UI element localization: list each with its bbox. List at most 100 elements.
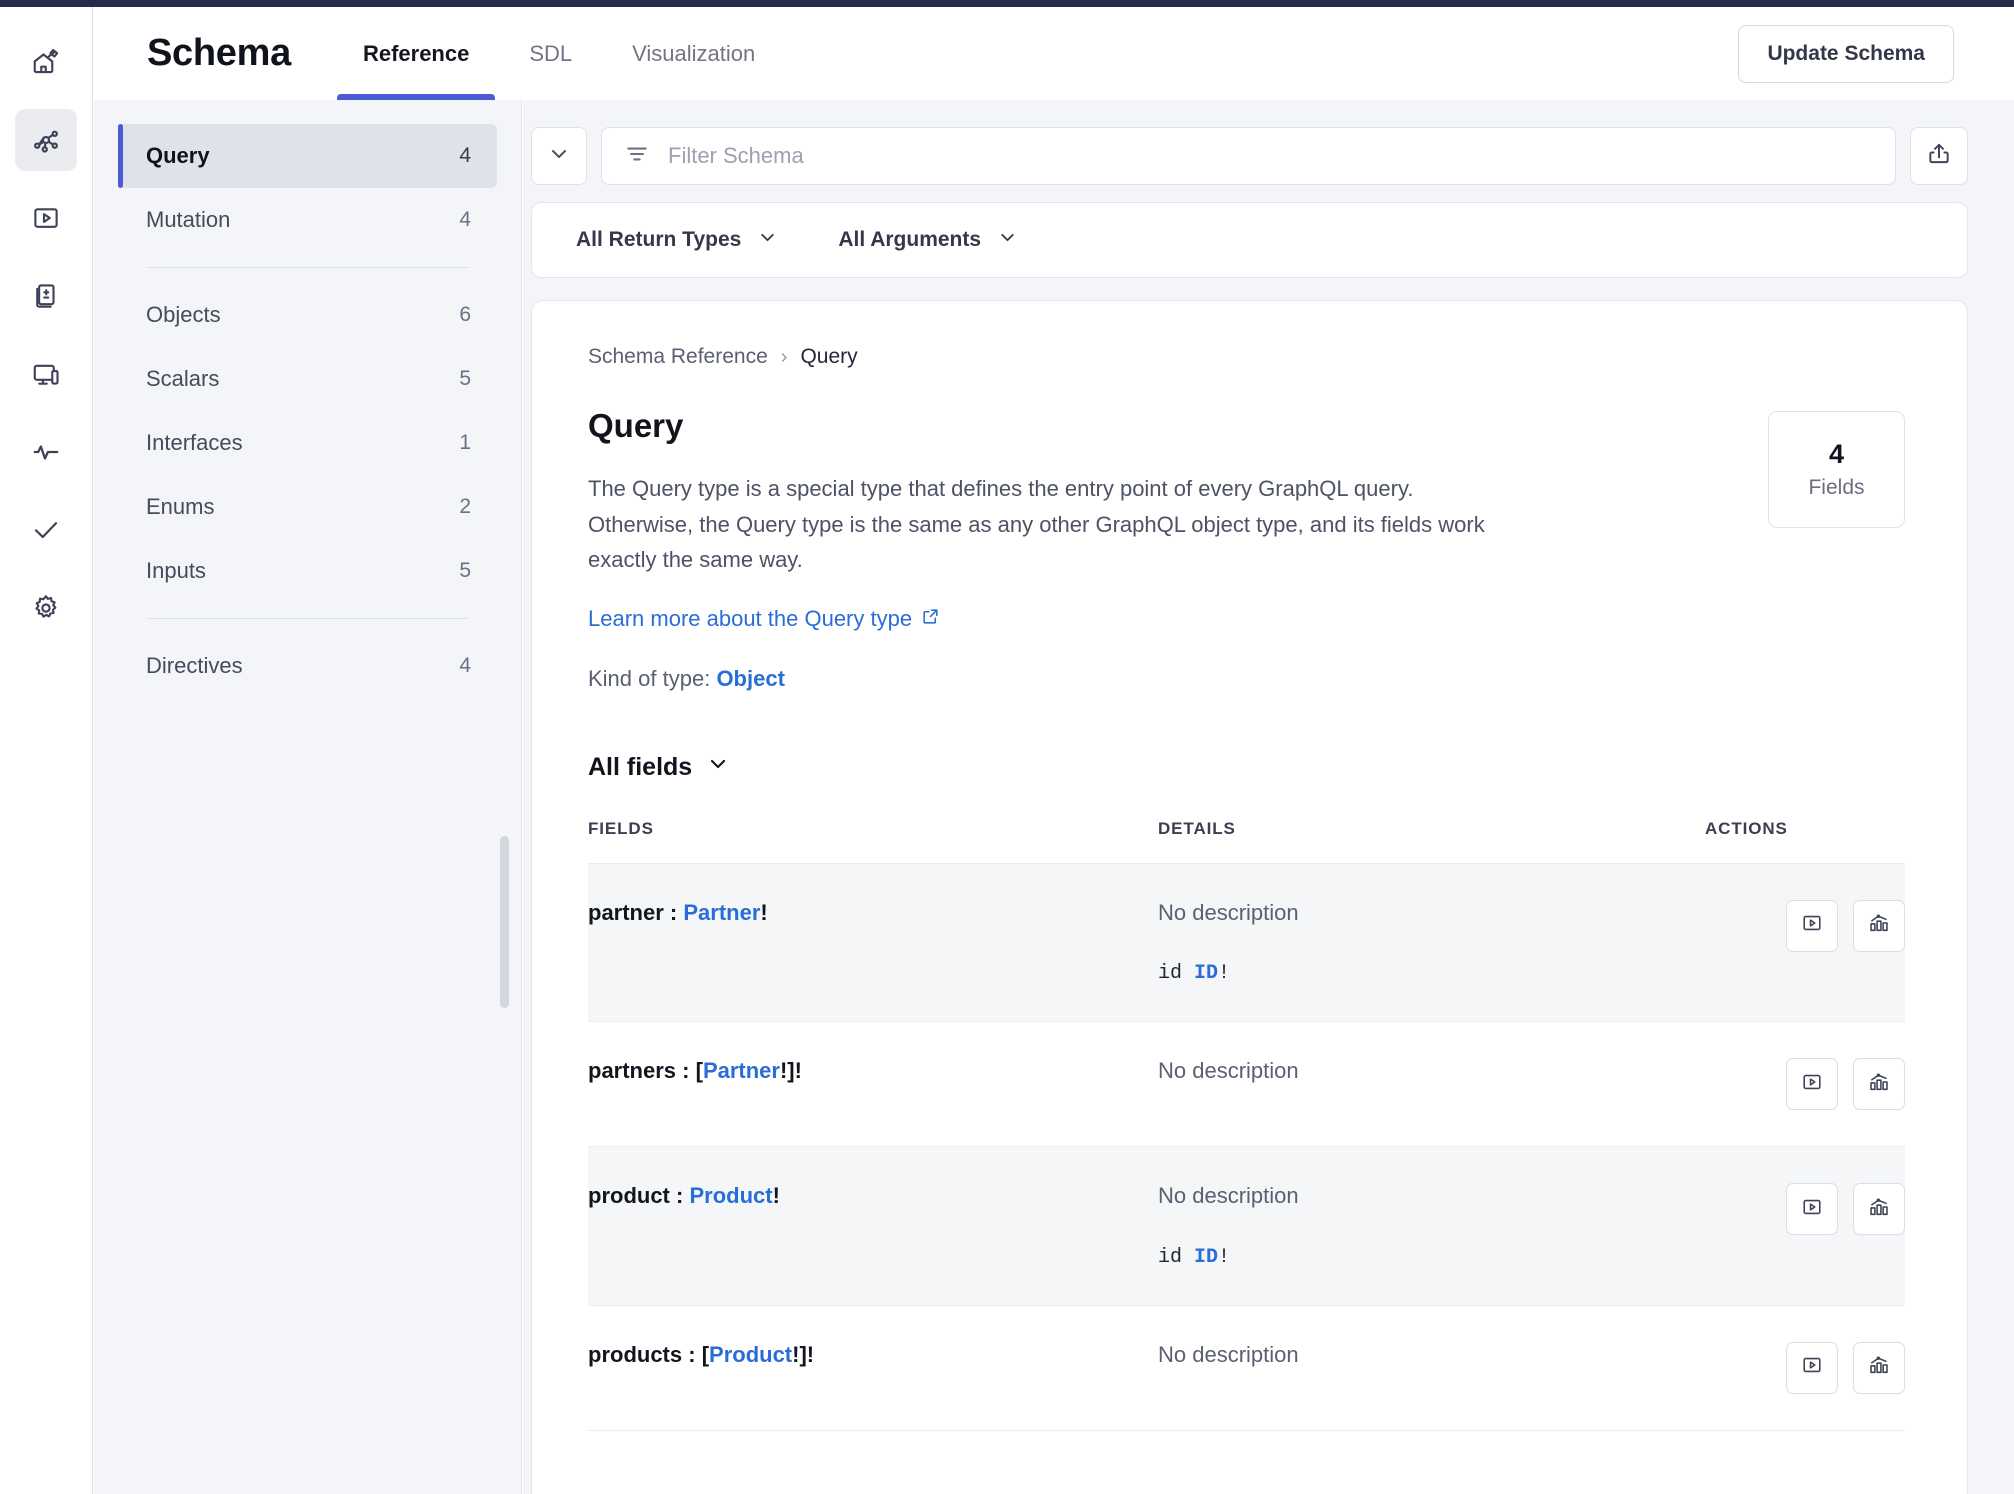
run-in-explorer-button[interactable] — [1785, 1341, 1838, 1394]
field-metrics-icon — [1868, 1354, 1890, 1381]
rail-item-changelog[interactable] — [15, 265, 77, 327]
fields-count-value: 4 — [1828, 439, 1845, 469]
field-type-suffix: !]! — [792, 1341, 815, 1367]
rail-item-settings[interactable] — [15, 577, 77, 639]
tab-visualization[interactable]: Visualization — [602, 7, 785, 100]
field-metrics-button[interactable] — [1853, 899, 1905, 952]
field-actions-cell — [1705, 1147, 1905, 1305]
nav-item-count: 6 — [459, 303, 471, 326]
metrics-pulse-icon — [31, 437, 61, 467]
field-colon: : — [663, 899, 684, 925]
collapse-panel-button[interactable] — [531, 127, 587, 185]
argument-name: id — [1158, 962, 1183, 986]
tab-sdl[interactable]: SDL — [499, 7, 602, 100]
run-in-explorer-button[interactable] — [1785, 899, 1838, 952]
field-signature-cell: products : [Product!]! — [588, 1305, 1158, 1430]
kind-of-type-label: Kind of type: — [588, 665, 711, 691]
update-schema-button[interactable]: Update Schema — [1738, 25, 1954, 83]
column-header-fields: FIELDS — [588, 818, 654, 838]
argument-type[interactable]: ID — [1194, 1246, 1218, 1269]
field-argument: id ID! — [1158, 1246, 1705, 1269]
field-type-link[interactable]: Partner — [703, 1058, 780, 1083]
nav-item-enums[interactable]: Enums 2 — [118, 475, 497, 539]
nav-item-mutation[interactable]: Mutation 4 — [118, 188, 497, 252]
all-fields-toggle[interactable]: All fields — [588, 752, 730, 783]
field-type-prefix: [ — [701, 1341, 710, 1367]
changelog-icon — [31, 281, 61, 311]
nav-item-objects[interactable]: Objects 6 — [118, 283, 497, 347]
schema-graph-icon — [31, 125, 61, 155]
nav-item-count: 2 — [459, 495, 471, 518]
filter-toolbar — [531, 127, 1968, 185]
field-actions-cell — [1705, 1305, 1905, 1430]
field-type-link[interactable]: Product — [709, 1342, 792, 1367]
run-in-explorer-button[interactable] — [1785, 1058, 1838, 1111]
rail-item-home[interactable] — [15, 31, 77, 93]
nav-item-label: Directives — [146, 653, 243, 678]
field-name: products — [588, 1341, 683, 1367]
nav-item-directives[interactable]: Directives 4 — [118, 634, 497, 698]
rail-item-metrics[interactable] — [15, 421, 77, 483]
field-metrics-button[interactable] — [1853, 1058, 1905, 1111]
kind-of-type-value[interactable]: Object — [716, 666, 784, 691]
rail-item-clients[interactable] — [15, 343, 77, 405]
field-colon: : — [669, 1183, 690, 1209]
field-name: partners — [588, 1058, 677, 1084]
rail-item-explorer[interactable] — [15, 187, 77, 249]
field-metrics-icon — [1868, 1071, 1890, 1098]
share-export-icon — [1926, 141, 1952, 172]
table-row[interactable]: partner : Partner! No description id ID! — [588, 863, 1905, 1022]
nav-item-query[interactable]: Query 4 — [118, 124, 497, 188]
table-row[interactable]: product : Product! No description id ID! — [588, 1146, 1905, 1306]
nav-item-interfaces[interactable]: Interfaces 1 — [118, 411, 497, 475]
graph-home-icon — [31, 47, 61, 77]
run-in-explorer-button[interactable] — [1785, 1183, 1838, 1236]
facet-label: All Arguments — [838, 228, 982, 251]
checks-icon — [31, 515, 61, 545]
run-in-explorer-icon — [1801, 1354, 1823, 1381]
breadcrumb-root[interactable]: Schema Reference — [588, 345, 768, 369]
rail-item-schema[interactable] — [15, 109, 77, 171]
nav-item-scalars[interactable]: Scalars 5 — [118, 347, 497, 411]
nav-item-label: Query — [146, 143, 210, 168]
type-description: The Query type is a special type that de… — [588, 476, 1485, 573]
field-details-cell: No description — [1158, 1022, 1705, 1147]
fields-table-head: FIELDS DETAILS ACTIONS — [588, 819, 1905, 864]
breadcrumb-current: Query — [800, 345, 858, 368]
rail-item-checks[interactable] — [15, 499, 77, 561]
field-colon: : — [676, 1058, 696, 1084]
field-actions-cell — [1705, 863, 1905, 1021]
nav-scrollbar-thumb[interactable] — [500, 836, 509, 1008]
table-row[interactable]: products : [Product!]! No description — [588, 1305, 1905, 1430]
tab-reference[interactable]: Reference — [333, 7, 499, 100]
field-metrics-button[interactable] — [1853, 1183, 1905, 1236]
learn-more-link[interactable]: Learn more about the Query type — [588, 606, 940, 632]
fields-count-label: Fields — [1808, 476, 1865, 499]
export-schema-button[interactable] — [1910, 127, 1968, 185]
type-header-text: Query The Query type is a special type t… — [588, 407, 1513, 692]
nav-item-label: Inputs — [146, 558, 206, 583]
nav-item-label: Interfaces — [146, 430, 243, 455]
field-type-link[interactable]: Product — [689, 1183, 772, 1208]
nav-item-inputs[interactable]: Inputs 5 — [118, 539, 497, 603]
settings-gear-icon — [31, 593, 61, 623]
table-header-row: FIELDS DETAILS ACTIONS — [588, 819, 1905, 864]
field-description: No description — [1158, 1058, 1299, 1084]
field-description: No description — [1158, 1341, 1299, 1367]
learn-more-label: Learn more about the Query type — [588, 605, 913, 631]
schema-reference-page: Schema Reference SDL Visualization Updat… — [0, 0, 2014, 1494]
search-input[interactable] — [668, 143, 1873, 169]
kind-of-type-row: Kind of type: Object — [588, 666, 1513, 692]
table-row[interactable]: partners : [Partner!]! No description — [588, 1021, 1905, 1147]
field-type-link[interactable]: Partner — [683, 900, 760, 925]
fields-table: FIELDS DETAILS ACTIONS partner : Partner… — [588, 819, 1905, 1430]
filter-schema-field[interactable] — [601, 127, 1896, 185]
column-header-actions: ACTIONS — [1705, 818, 1788, 838]
field-metrics-button[interactable] — [1853, 1341, 1905, 1394]
facet-all-arguments[interactable]: All Arguments — [838, 227, 1018, 254]
fields-count-card: 4 Fields — [1768, 411, 1905, 528]
type-detail-card: Schema Reference › Query Query The Query… — [531, 300, 1968, 1494]
facet-label: All Return Types — [576, 228, 742, 251]
argument-type[interactable]: ID — [1194, 962, 1218, 985]
facet-all-return-types[interactable]: All Return Types — [576, 227, 778, 254]
